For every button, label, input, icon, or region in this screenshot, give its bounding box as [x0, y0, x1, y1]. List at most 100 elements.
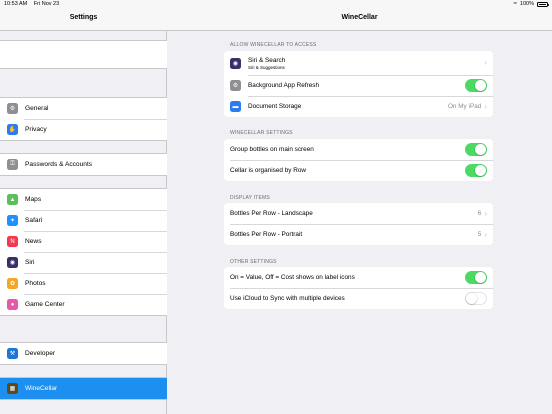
battery-percent: 100%	[519, 1, 534, 7]
section-header: DISPLAY ITEMS	[230, 195, 270, 201]
setting-label: Document Storage	[248, 103, 448, 110]
sidebar-item-general[interactable]: ⚙ General	[0, 98, 167, 119]
setting-row-background-app-refresh: ⚙ Background App Refresh	[224, 75, 493, 96]
sidebar-item-label: Maps	[25, 196, 42, 203]
sidebar-item-privacy[interactable]: ✋ Privacy	[0, 119, 167, 140]
toggle-knob	[474, 79, 487, 92]
sidebar-search-block	[0, 40, 167, 69]
battery-icon	[537, 2, 549, 7]
sidebar-item-label: Siri	[25, 259, 35, 266]
sidebar-item-siri[interactable]: ◉ Siri	[0, 252, 167, 273]
setting-label: Cellar is organised by Row	[230, 167, 465, 174]
status-date: Fri Nov 23	[33, 1, 60, 7]
photos-icon: ✿	[7, 278, 18, 289]
setting-label: Bottles Per Row - Landscape	[230, 210, 478, 217]
game-center-icon: ●	[7, 299, 18, 310]
winecellar-icon: ▦	[7, 383, 18, 394]
setting-label: Bottles Per Row - Portrait	[230, 231, 478, 238]
sidebar-item-news[interactable]: N News	[0, 231, 167, 252]
wifi-icon: ≈	[513, 1, 517, 7]
setting-value: 5	[477, 231, 482, 238]
sidebar-item-label: Developer	[25, 350, 56, 357]
sidebar-item-passwords-accounts[interactable]: ⚿ Passwords & Accounts	[0, 154, 167, 175]
setting-row-document-storage[interactable]: ▬ Document Storage On My iPad ›	[224, 96, 493, 117]
setting-subtitle: Siri & Suggestions	[248, 64, 285, 70]
setting-title: Background App Refresh	[248, 82, 320, 89]
hammer-icon: ⚒	[7, 348, 18, 359]
setting-row-bottles-per-row-portrait[interactable]: Bottles Per Row - Portrait 5 ›	[224, 224, 493, 245]
sidebar-item-label: General	[25, 105, 49, 112]
settings-group: Bottles Per Row - Landscape 6 › Bottles Per…	[224, 203, 493, 245]
toggle-knob	[466, 293, 478, 305]
setting-row-bottles-per-row-landscape[interactable]: Bottles Per Row - Landscape 6 ›	[224, 203, 493, 224]
sidebar-item-label: Passwords & Accounts	[25, 161, 93, 168]
setting-row-cellar-is-organised-by-row: Cellar is organised by Row	[224, 160, 493, 181]
gear-icon: ⚙	[7, 103, 18, 114]
setting-label: On = Value, Off = Cost shows on label ic…	[230, 274, 465, 281]
toggle-switch[interactable]	[465, 79, 487, 92]
toggle-switch[interactable]	[465, 271, 487, 284]
toggle-switch[interactable]	[465, 164, 487, 177]
folder-icon: ▬	[230, 101, 241, 112]
setting-row-use-icloud-to-sync-with-multiple-devices: Use iCloud to Sync with multiple devices	[224, 288, 493, 309]
settings-sidebar: Settings ⚙ General ✋ Privacy ⚿ Passwords & Ac…	[0, 0, 167, 414]
sidebar-item-maps[interactable]: ▲ Maps	[0, 189, 167, 210]
section-header: OTHER SETTINGS	[230, 259, 277, 265]
setting-title: Bottles Per Row - Portrait	[230, 231, 303, 238]
setting-title: Document Storage	[248, 103, 302, 110]
key-icon: ⚿	[7, 159, 18, 170]
setting-label: Use iCloud to Sync with multiple devices	[230, 295, 465, 302]
settings-group: Group bottles on main screen Cellar is or…	[224, 139, 493, 181]
setting-value: 6	[477, 210, 482, 217]
setting-title: Group bottles on main screen	[230, 146, 314, 153]
settings-group: On = Value, Off = Cost shows on label ic…	[224, 267, 493, 309]
sidebar-group: ⚙ General ✋ Privacy	[0, 97, 167, 141]
sidebar-item-label: Safari	[25, 217, 43, 224]
chevron-right-icon: ›	[484, 208, 487, 218]
sidebar-item-label: Privacy	[25, 126, 47, 133]
toggle-switch[interactable]	[465, 143, 487, 156]
sidebar-title: Settings	[69, 14, 98, 21]
setting-row-on-value-off-cost-shows-on-label-icons: On = Value, Off = Cost shows on label ic…	[224, 267, 493, 288]
sidebar-item-winecellar[interactable]: ▦ WineCellar	[0, 378, 167, 399]
news-icon: N	[7, 236, 18, 247]
chevron-right-icon: ›	[484, 229, 487, 239]
sidebar-item-label: WineCellar	[25, 385, 58, 392]
toggle-knob	[474, 143, 487, 156]
hand-icon: ✋	[7, 124, 18, 135]
compass-icon: ✦	[7, 215, 18, 226]
sidebar-group: ⚿ Passwords & Accounts	[0, 153, 167, 176]
sidebar-item-game-center[interactable]: ● Game Center	[0, 294, 167, 315]
sidebar-item-developer[interactable]: ⚒ Developer	[0, 343, 167, 364]
settings-group: ◉ Siri & Search Siri & Suggestions › ⚙ Backgr…	[224, 51, 493, 117]
section-header: WINECELLAR SETTINGS	[230, 130, 293, 136]
setting-label: Group bottles on main screen	[230, 146, 465, 153]
sidebar-group: ⚒ Developer	[0, 342, 167, 365]
setting-row-group-bottles-on-main-screen: Group bottles on main screen	[224, 139, 493, 160]
sidebar-item-photos[interactable]: ✿ Photos	[0, 273, 167, 294]
siri-icon: ◉	[7, 257, 18, 268]
setting-row-siri-search[interactable]: ◉ Siri & Search Siri & Suggestions ›	[224, 51, 493, 75]
sidebar-group: ▲ Maps ✦ Safari N News ◉ Siri ✿ Photos ● Game Cente…	[0, 188, 167, 316]
setting-title: Siri & Search	[248, 56, 286, 64]
chevron-right-icon: ›	[484, 101, 487, 111]
section-header: ALLOW WINECELLAR TO ACCESS	[230, 42, 317, 48]
setting-title: Bottles Per Row - Landscape	[230, 210, 313, 217]
toggle-knob	[474, 271, 487, 284]
sidebar-item-label: Photos	[25, 280, 46, 287]
setting-label: Siri & Search Siri & Suggestions	[248, 57, 484, 70]
setting-title: On = Value, Off = Cost shows on label ic…	[230, 274, 355, 281]
status-time: 10:53 AM	[4, 1, 28, 7]
setting-title: Use iCloud to Sync with multiple devices	[230, 295, 345, 302]
setting-value: On My iPad	[447, 103, 482, 110]
setting-label: Background App Refresh	[248, 82, 465, 89]
detail-pane: WineCellar ALLOW WINECELLAR TO ACCESS ◉ Si…	[167, 0, 552, 414]
sidebar-group: ▦ WineCellar	[0, 377, 167, 400]
sidebar-item-safari[interactable]: ✦ Safari	[0, 210, 167, 231]
sidebar-item-label: Game Center	[25, 301, 65, 308]
toggle-switch[interactable]	[465, 292, 487, 305]
siri-icon: ◉	[230, 57, 241, 69]
maps-icon: ▲	[7, 194, 18, 205]
chevron-right-icon: ›	[484, 58, 487, 67]
gear-icon: ⚙	[230, 80, 241, 91]
